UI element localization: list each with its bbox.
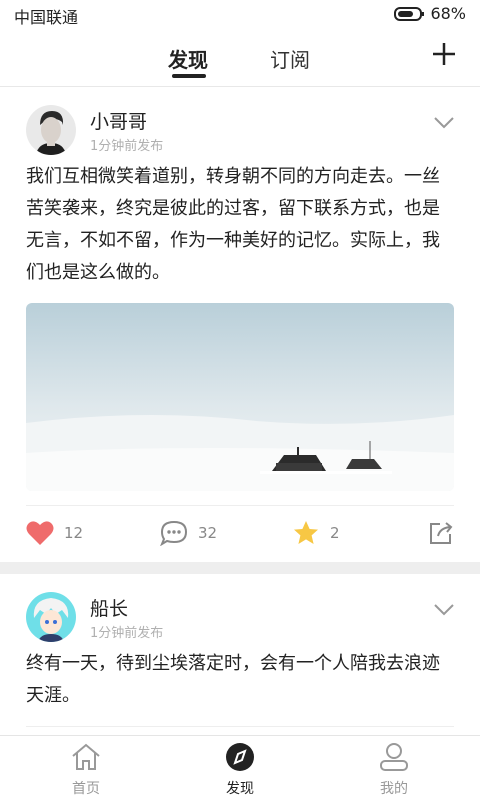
- status-bar: 中国联通 68%: [0, 0, 480, 27]
- comment-count: 32: [198, 524, 218, 542]
- heart-icon: [26, 521, 54, 545]
- like-button[interactable]: 12: [26, 520, 83, 546]
- like-count: 12: [64, 524, 84, 542]
- author-name[interactable]: 小哥哥: [90, 107, 147, 134]
- chevron-down-icon[interactable]: [434, 604, 454, 616]
- post-text: 我们互相微笑着道别，转身朝不同的方向走去。一丝苦笑袭来，终究是彼此的过客，留下联…: [26, 166, 440, 283]
- feed: 小哥哥 1分钟前发布 我们互相微笑着道别，转身朝不同的方向走去。一丝苦笑袭来，终…: [0, 87, 480, 737]
- author-name[interactable]: 船长: [90, 594, 128, 621]
- share-icon: [430, 522, 453, 544]
- avatar-portrait-icon: [26, 105, 76, 155]
- top-nav: 发现 订阅: [0, 26, 480, 87]
- star-button[interactable]: 2: [292, 520, 340, 546]
- nav-home-label: 首页: [72, 781, 100, 797]
- avatar[interactable]: [26, 592, 76, 642]
- avatar[interactable]: [26, 105, 76, 155]
- snow-landscape-image: [26, 303, 454, 491]
- post-separator: [0, 562, 480, 574]
- battery-percent: 68%: [430, 4, 466, 23]
- star-icon: [294, 521, 318, 544]
- nav-discover[interactable]: 发现: [200, 742, 280, 798]
- post-text: 终有一天，待到尘埃落定时，会有一个人陪我去浪迹天涯。: [26, 653, 440, 706]
- compass-icon: [226, 743, 254, 771]
- comment-icon: [160, 520, 188, 546]
- post-header: 小哥哥 1分钟前发布: [0, 87, 480, 161]
- active-tab-indicator: [172, 74, 206, 78]
- home-icon: [72, 743, 100, 770]
- post-time: 1分钟前发布: [90, 626, 164, 641]
- nav-profile-label: 我的: [380, 781, 408, 797]
- user-icon: [380, 743, 408, 771]
- share-button[interactable]: [428, 520, 454, 546]
- avatar-anime-icon: [26, 592, 76, 642]
- bottom-nav: 首页 发现 我的: [0, 735, 480, 800]
- battery-status: 68%: [394, 4, 466, 23]
- nav-profile[interactable]: 我的: [354, 742, 434, 798]
- carrier-label: 中国联通: [14, 8, 79, 27]
- chevron-down-icon[interactable]: [434, 117, 454, 129]
- battery-icon: [394, 6, 425, 21]
- star-count: 2: [330, 524, 340, 542]
- post-card: 小哥哥 1分钟前发布 我们互相微笑着道别，转身朝不同的方向走去。一丝苦笑袭来，终…: [0, 87, 480, 562]
- post-header: 船长 1分钟前发布: [0, 574, 480, 648]
- post-card: 船长 1分钟前发布 终有一天，待到尘埃落定时，会有一个人陪我去浪迹天涯。: [0, 574, 480, 737]
- nav-discover-label: 发现: [226, 781, 254, 797]
- post-image[interactable]: [26, 303, 454, 491]
- tab-subscribe[interactable]: 订阅: [270, 44, 310, 73]
- post-time: 1分钟前发布: [90, 139, 164, 154]
- add-icon[interactable]: [432, 42, 456, 66]
- comment-button[interactable]: 32: [160, 520, 217, 546]
- tab-discover[interactable]: 发现: [168, 44, 208, 73]
- nav-home[interactable]: 首页: [46, 742, 126, 798]
- post-actions: 12 32 2: [26, 505, 454, 562]
